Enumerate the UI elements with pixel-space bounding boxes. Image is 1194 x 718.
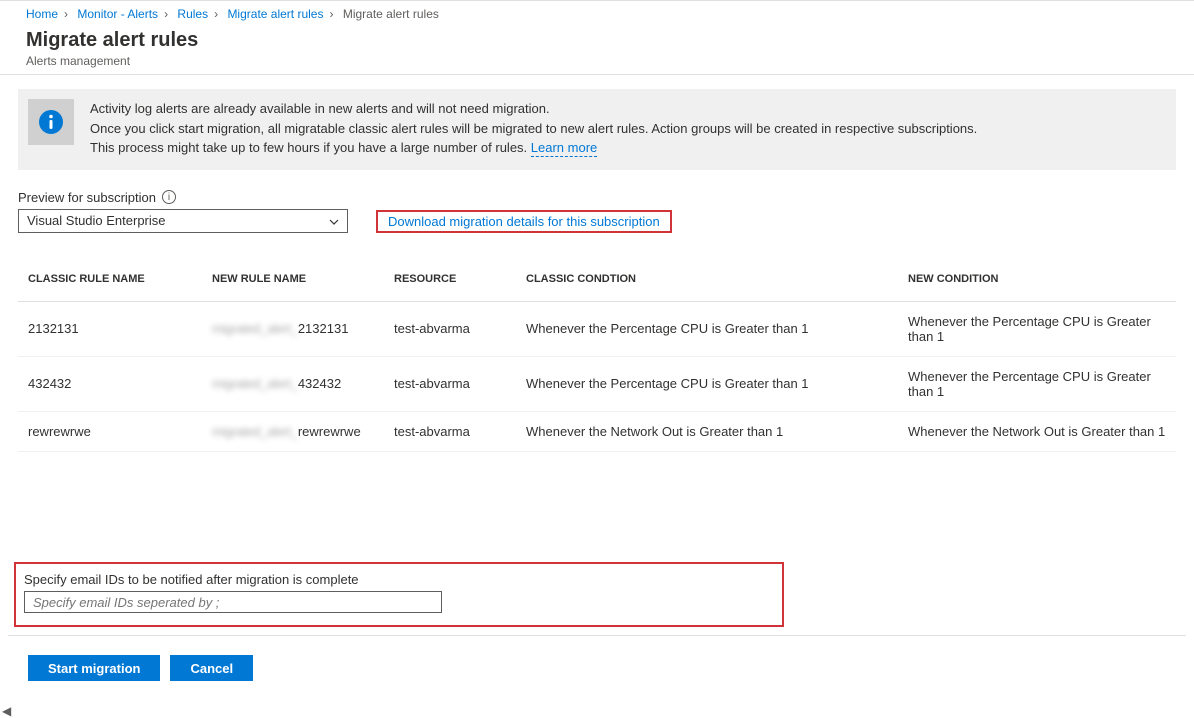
breadcrumb-link-rules[interactable]: Rules: [177, 7, 208, 21]
col-resource[interactable]: RESOURCE: [384, 267, 516, 302]
email-input[interactable]: [24, 591, 442, 613]
breadcrumb-link-migrate[interactable]: Migrate alert rules: [227, 7, 323, 21]
cell-classic-condition: Whenever the Network Out is Greater than…: [516, 411, 898, 451]
table-row[interactable]: 2132131migrated_alert_2132131test-abvarm…: [18, 301, 1176, 356]
cell-new-condition: Whenever the Percentage CPU is Greater t…: [898, 356, 1176, 411]
col-classic-condition[interactable]: CLASSIC CONDTION: [516, 267, 898, 302]
subscription-block: Preview for subscription i Visual Studio…: [18, 190, 348, 233]
cell-resource: test-abvarma: [384, 356, 516, 411]
start-migration-button[interactable]: Start migration: [28, 655, 160, 681]
page-subtitle: Alerts management: [26, 54, 1168, 68]
info-banner: Activity log alerts are already availabl…: [18, 89, 1176, 170]
cell-new-condition: Whenever the Percentage CPU is Greater t…: [898, 301, 1176, 356]
chevron-down-icon: [329, 213, 339, 228]
page-title: Migrate alert rules: [26, 29, 1168, 52]
cell-new-condition: Whenever the Network Out is Greater than…: [898, 411, 1176, 451]
email-highlight: Specify email IDs to be notified after m…: [14, 562, 784, 627]
table-header-row: CLASSIC RULE NAME NEW RULE NAME RESOURCE…: [18, 267, 1176, 302]
cell-classic-condition: Whenever the Percentage CPU is Greater t…: [516, 356, 898, 411]
subscription-selected-value: Visual Studio Enterprise: [27, 213, 166, 228]
col-classic-rule-name[interactable]: CLASSIC RULE NAME: [18, 267, 202, 302]
cell-new-rule: migrated_alert_432432: [202, 356, 384, 411]
info-line1: Activity log alerts are already availabl…: [90, 99, 977, 119]
tooltip-info-icon[interactable]: i: [162, 190, 176, 204]
cell-classic-condition: Whenever the Percentage CPU is Greater t…: [516, 301, 898, 356]
col-new-rule-name[interactable]: NEW RULE NAME: [202, 267, 384, 302]
rules-table: CLASSIC RULE NAME NEW RULE NAME RESOURCE…: [18, 267, 1176, 452]
info-line2: Once you click start migration, all migr…: [90, 119, 977, 139]
col-new-condition[interactable]: NEW CONDITION: [898, 267, 1176, 302]
download-highlight: Download migration details for this subs…: [376, 210, 672, 233]
cell-classic-rule: 432432: [18, 356, 202, 411]
cancel-button[interactable]: Cancel: [170, 655, 253, 681]
breadcrumb-link-monitor-alerts[interactable]: Monitor - Alerts: [77, 7, 158, 21]
cell-classic-rule: rewrewrwe: [18, 411, 202, 451]
preview-subscription-label: Preview for subscription i: [18, 190, 176, 205]
chevron-right-icon: ›: [164, 7, 168, 21]
table-row[interactable]: rewrewrwemigrated_alert_rewrewrwetest-ab…: [18, 411, 1176, 451]
subscription-select[interactable]: Visual Studio Enterprise: [18, 209, 348, 233]
info-text: Activity log alerts are already availabl…: [90, 99, 977, 158]
cell-new-rule: migrated_alert_rewrewrwe: [202, 411, 384, 451]
email-label: Specify email IDs to be notified after m…: [24, 572, 774, 587]
cell-resource: test-abvarma: [384, 301, 516, 356]
breadcrumb-current: Migrate alert rules: [343, 7, 439, 21]
chevron-right-icon: ›: [64, 7, 68, 21]
chevron-right-icon: ›: [329, 7, 333, 21]
breadcrumb-link-home[interactable]: Home: [26, 7, 58, 21]
learn-more-link[interactable]: Learn more: [531, 140, 597, 157]
download-migration-details-link[interactable]: Download migration details for this subs…: [388, 214, 660, 229]
page-header: Migrate alert rules Alerts management: [0, 25, 1194, 75]
cell-resource: test-abvarma: [384, 411, 516, 451]
table-row[interactable]: 432432migrated_alert_432432test-abvarmaW…: [18, 356, 1176, 411]
chevron-right-icon: ›: [214, 7, 218, 21]
cell-new-rule: migrated_alert_2132131: [202, 301, 384, 356]
info-icon: [28, 99, 74, 145]
cell-classic-rule: 2132131: [18, 301, 202, 356]
breadcrumb: Home › Monitor - Alerts › Rules › Migrate a…: [0, 0, 1194, 25]
scroll-left-arrow-icon[interactable]: ◀: [2, 704, 11, 718]
info-line3: This process might take up to few hours …: [90, 138, 977, 158]
footer-separator: [8, 635, 1186, 636]
